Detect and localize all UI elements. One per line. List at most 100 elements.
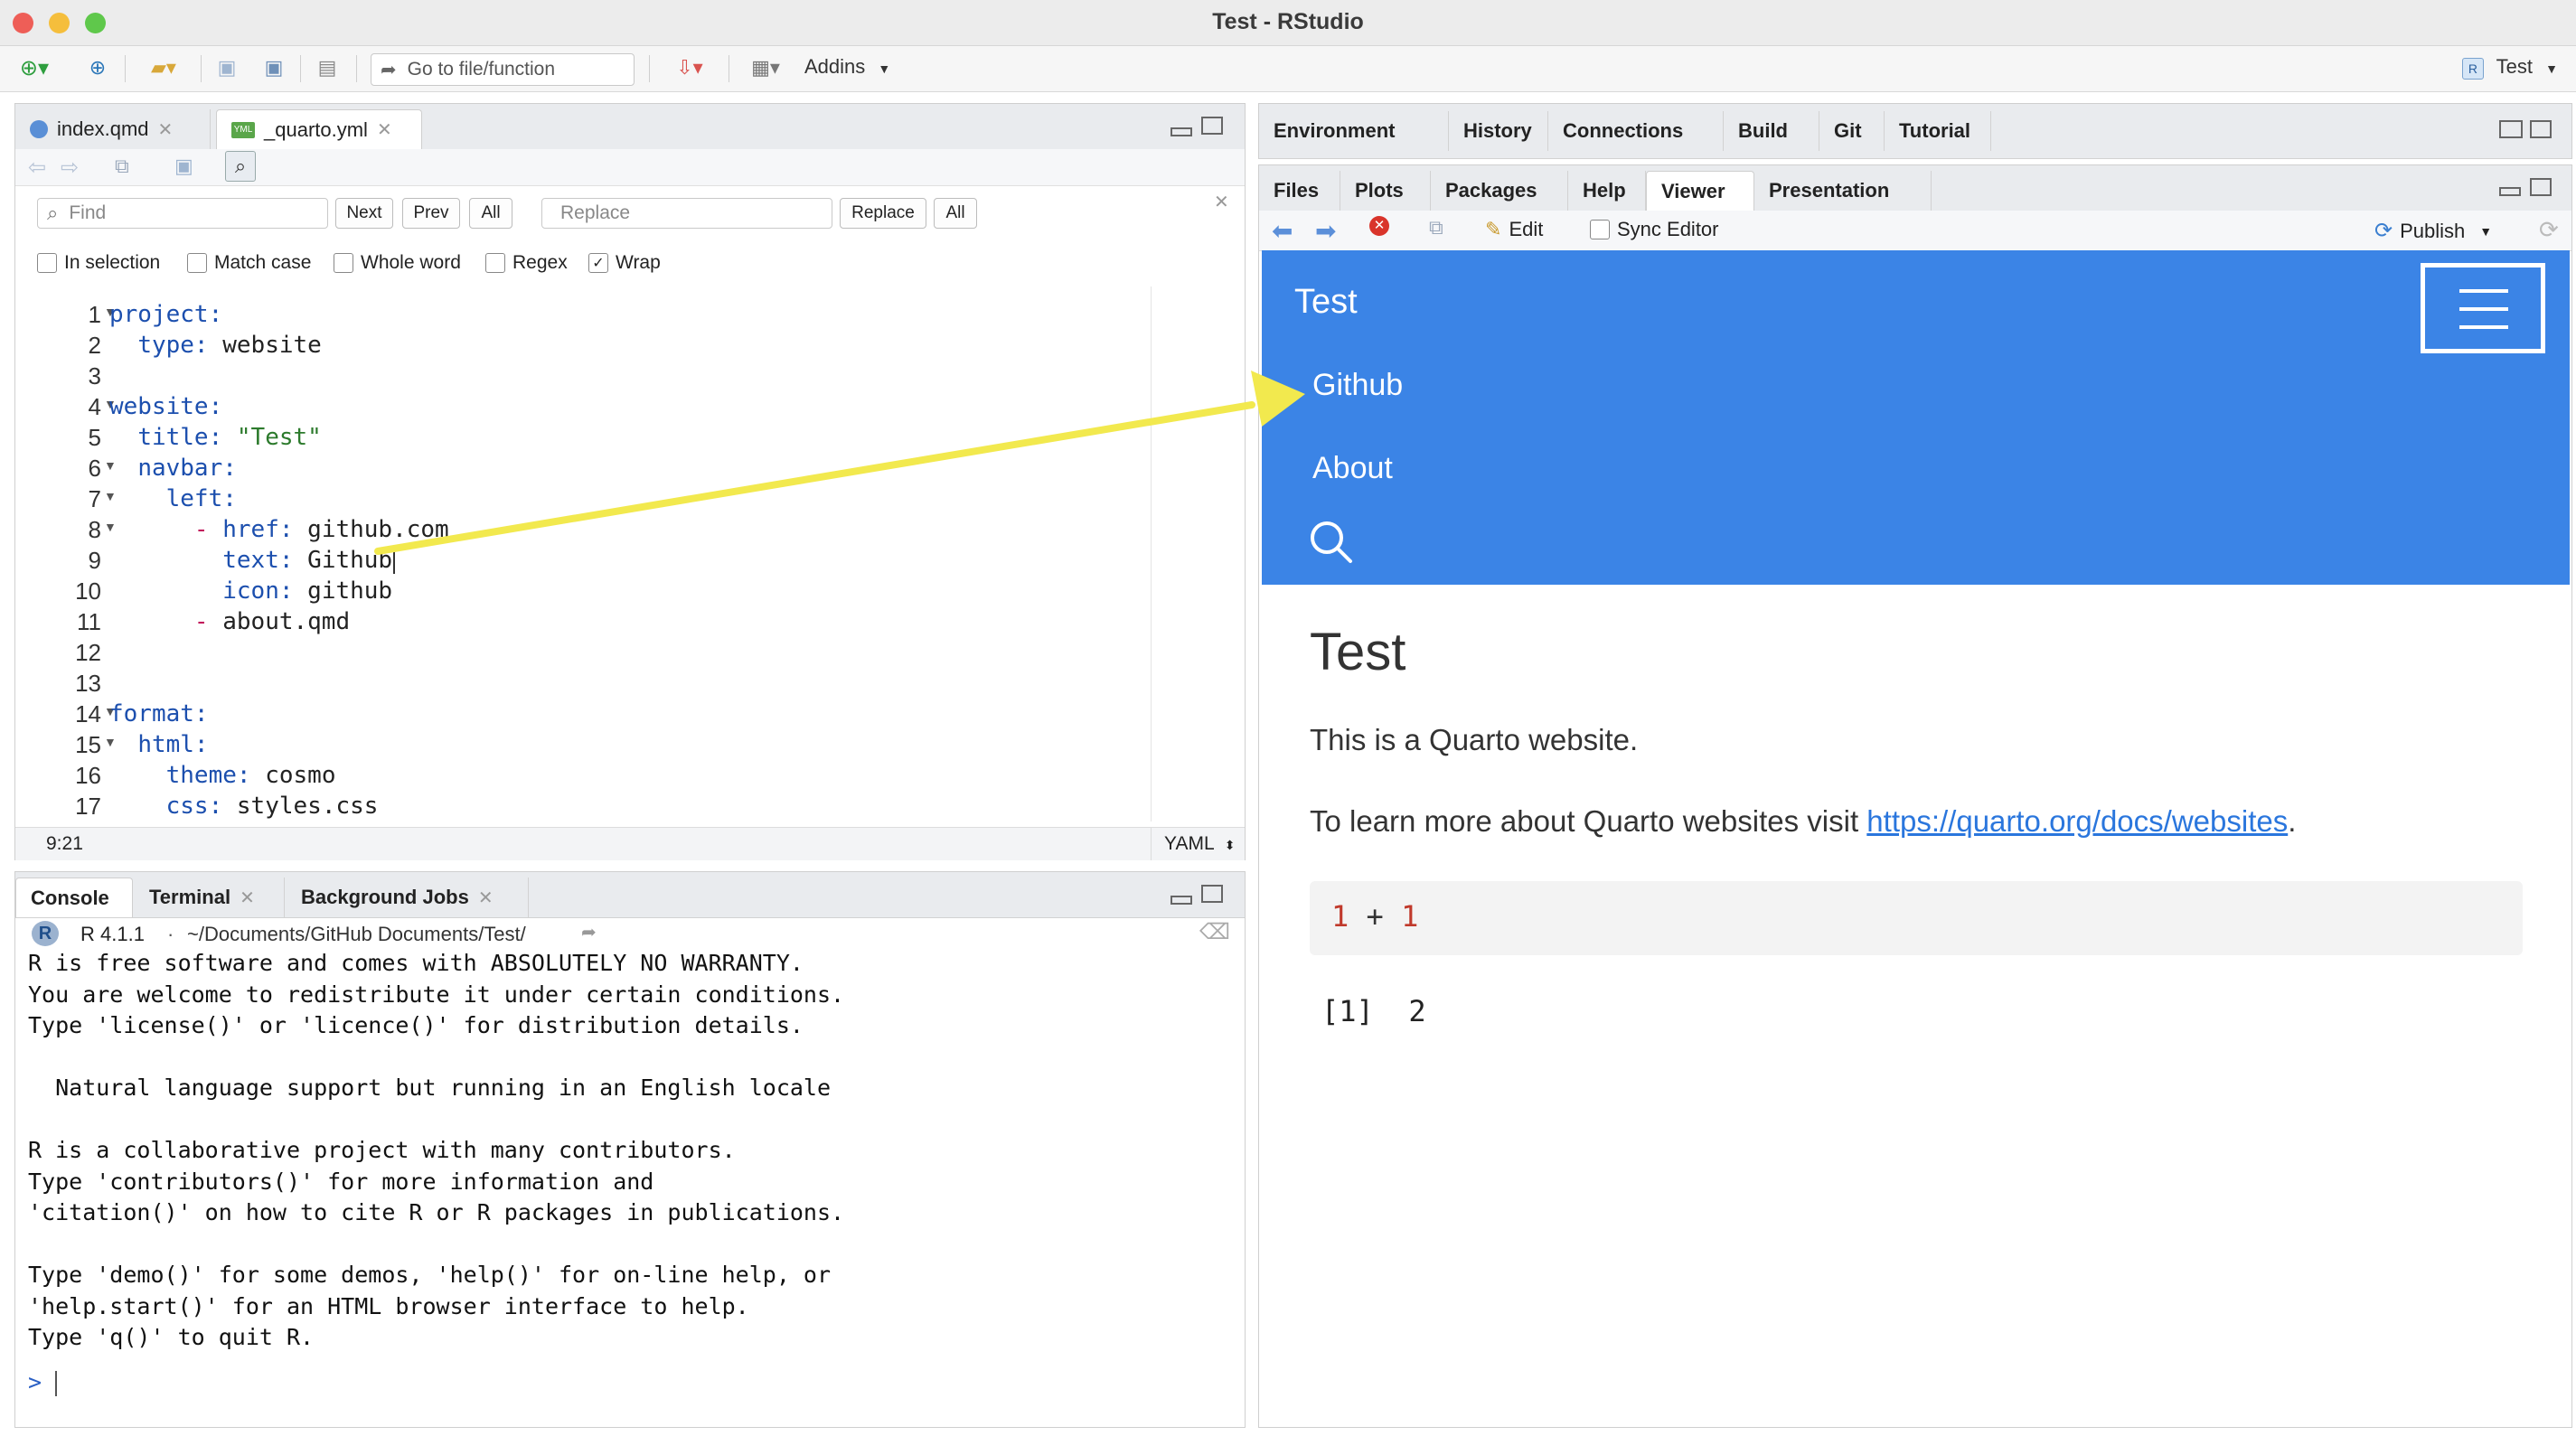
language-selector[interactable]: YAML ⬍ [1151, 828, 1245, 860]
match-case-checkbox[interactable]: Match case [187, 252, 311, 274]
show-in-window-icon[interactable]: ⧉ [1429, 216, 1443, 239]
tab-terminal[interactable]: Terminal ✕ [135, 878, 285, 917]
save-all-button[interactable]: ▣ [259, 53, 289, 82]
save-button[interactable]: ▣ [212, 53, 242, 82]
minimize-pane-icon[interactable] [1170, 896, 1192, 905]
tab-files[interactable]: Files [1259, 171, 1340, 211]
tab-history[interactable]: History [1449, 111, 1548, 151]
minimize-pane-icon[interactable] [1170, 127, 1192, 136]
editor-status-bar: 9:21 YAML ⬍ [15, 827, 1245, 860]
console-line: R is free software and comes with ABSOLU… [28, 950, 804, 976]
tab-viewer[interactable]: Viewer [1646, 171, 1754, 211]
broom-icon[interactable]: ⌫ [1199, 919, 1230, 945]
new-file-button[interactable]: ⊕▾ [9, 53, 60, 82]
wrap-checkbox[interactable]: ✓ Wrap [588, 252, 661, 274]
regex-checkbox[interactable]: Regex [485, 252, 568, 274]
open-file-button[interactable]: ▰▾ [136, 53, 192, 82]
find-replace-icon[interactable]: ⌕ [225, 151, 256, 182]
find-next-button[interactable]: Next [335, 198, 393, 229]
pencil-icon: ✎ [1485, 218, 1502, 240]
stop-icon[interactable]: ✕ [1369, 216, 1389, 236]
find-input[interactable]: ⌕ Find [37, 198, 328, 229]
restore-pane-icon[interactable] [2530, 178, 2552, 196]
close-tab-icon[interactable]: ✕ [377, 118, 392, 141]
close-find-icon[interactable]: ✕ [1214, 191, 1229, 213]
environment-pane: Environment History Connections Build Git Tut… [1258, 103, 2572, 159]
site-brand[interactable]: Test [1294, 283, 1358, 322]
title-bar: Test - RStudio [0, 0, 2576, 46]
chevron-down-icon: ▼ [878, 61, 891, 76]
maximize-pane-icon[interactable] [1201, 885, 1223, 903]
code-line: type: website [109, 330, 322, 361]
tab-build[interactable]: Build [1724, 111, 1819, 151]
yaml-key: theme: [165, 762, 251, 789]
back-arrow-icon[interactable]: ⬅ [1272, 216, 1293, 246]
edit-button[interactable]: ✎ Edit [1485, 218, 1543, 241]
yaml-key: href: [222, 516, 294, 543]
nav-link-about[interactable]: About [1312, 451, 1393, 486]
quarto-docs-link[interactable]: https://quarto.org/docs/websites [1866, 804, 2288, 838]
tab-console[interactable]: Console [15, 878, 133, 917]
close-tab-icon[interactable]: ✕ [158, 118, 174, 141]
yaml-key: format: [109, 700, 209, 727]
tab-packages[interactable]: Packages [1431, 171, 1568, 211]
addins-menu[interactable]: Addins ▼ [804, 55, 890, 79]
save-icon[interactable]: ▣ [174, 155, 193, 178]
whole-word-checkbox[interactable]: Whole word [334, 252, 461, 274]
navbar-toggle-button[interactable] [2421, 263, 2545, 353]
console-line: Natural language support but running in … [28, 1075, 832, 1101]
maximize-pane-icon[interactable] [2530, 120, 2552, 138]
checkbox-box [37, 253, 57, 273]
tab-help[interactable]: Help [1568, 171, 1646, 211]
sync-editor-checkbox[interactable]: Sync Editor [1590, 218, 1719, 241]
replace-all-button[interactable]: All [934, 198, 977, 229]
back-icon[interactable]: ⇦ [28, 155, 46, 181]
show-in-window-icon[interactable]: ⧉ [115, 155, 129, 178]
yaml-value: github [293, 577, 393, 605]
tab-plots[interactable]: Plots [1340, 171, 1431, 211]
console-line: 'help.start()' for an HTML browser inter… [28, 1292, 749, 1319]
search-icon[interactable] [1309, 520, 1354, 567]
version-control-button[interactable]: ⇩▾ [660, 53, 719, 82]
go-to-directory-icon[interactable]: ➦ [581, 921, 597, 943]
save-icon: ▣ [217, 56, 237, 79]
tab-connections[interactable]: Connections [1548, 111, 1724, 151]
find-prev-button[interactable]: Prev [402, 198, 460, 229]
find-all-button[interactable]: All [469, 198, 512, 229]
intro-paragraph: This is a Quarto website. [1310, 723, 1639, 756]
tab-index-qmd[interactable]: index.qmd ✕ [15, 109, 211, 149]
close-tab-icon[interactable]: ✕ [478, 887, 494, 909]
tab-presentation[interactable]: Presentation [1754, 171, 1932, 211]
working-directory[interactable]: ~/Documents/GitHub Documents/Test/ [187, 923, 526, 946]
close-tab-icon[interactable]: ✕ [240, 887, 255, 909]
project-menu[interactable]: R Test ▼ [2461, 55, 2558, 80]
in-selection-checkbox[interactable]: In selection [37, 252, 160, 274]
publish-button[interactable]: ⟳ Publish ▼ [2374, 218, 2492, 244]
pane-layout-button[interactable]: ▦▾ [738, 53, 794, 82]
forward-arrow-icon[interactable]: ➡ [1315, 216, 1336, 246]
restore-pane-icon[interactable] [2499, 120, 2523, 138]
minimize-pane-icon[interactable] [2499, 187, 2521, 196]
tab-background-jobs[interactable]: Background Jobs ✕ [287, 878, 529, 917]
code-editor[interactable]: 1 ▼ project: 2 type: website 3 4 ▼ website: 5 ti… [15, 286, 1245, 821]
viewer-toolbar: ⬅ ➡ ✕ ⧉ ✎ Edit Sync Editor ⟳ Publish ▼ ⟳ [1259, 211, 2571, 251]
nav-link-github[interactable]: Github [1312, 368, 1403, 403]
yaml-key: left: [165, 485, 237, 512]
go-to-file-input[interactable]: ➦ Go to file/function [371, 53, 635, 86]
new-project-button[interactable]: ⊕ [80, 53, 116, 82]
console-prompt[interactable]: > [28, 1367, 42, 1398]
maximize-pane-icon[interactable] [1201, 117, 1223, 135]
replace-button[interactable]: Replace [840, 198, 926, 229]
forward-icon[interactable]: ⇨ [61, 155, 79, 181]
print-button[interactable]: ▤ [311, 53, 343, 82]
tab-git[interactable]: Git [1819, 111, 1885, 151]
new-file-icon: ⊕▾ [19, 55, 50, 80]
console-output[interactable]: R is free software and comes with ABSOLU… [15, 948, 1245, 1409]
tab-quarto-yml[interactable]: YML _quarto.yml ✕ [216, 109, 422, 149]
tab-environment[interactable]: Environment [1259, 111, 1449, 151]
refresh-icon[interactable]: ⟳ [2539, 216, 2559, 244]
replace-input[interactable]: Replace [541, 198, 832, 229]
tab-tutorial[interactable]: Tutorial [1885, 111, 1991, 151]
console-line: Type 'q()' to quit R. [28, 1324, 315, 1350]
console-line: 'citation()' on how to cite R or R packa… [28, 1199, 845, 1225]
